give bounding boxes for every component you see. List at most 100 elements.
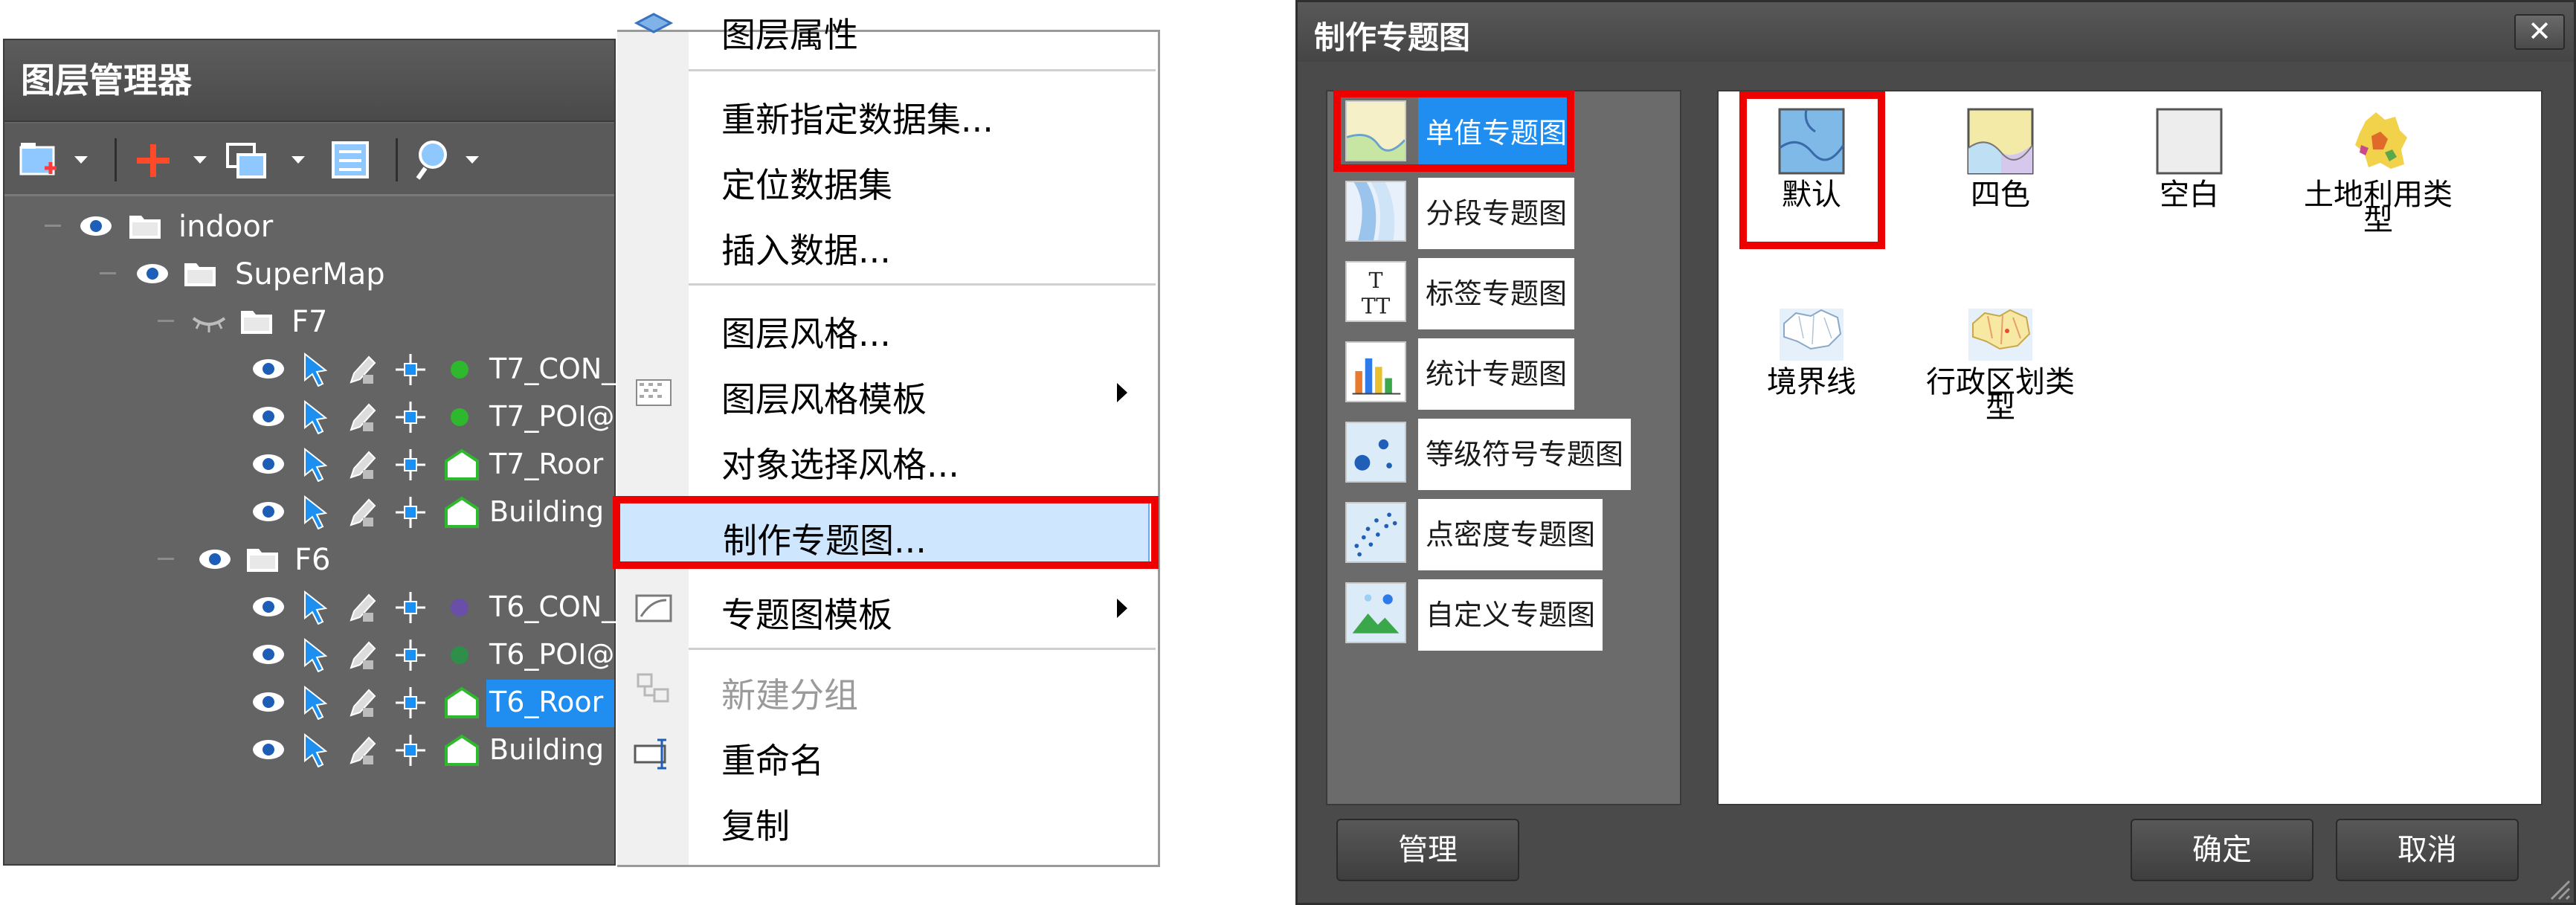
menu-item-layer-style[interactable]: 图层风格... xyxy=(617,297,1158,358)
eye-icon[interactable] xyxy=(251,402,286,431)
graduated-symbols-icon xyxy=(1345,422,1406,483)
tree-layer-t7-poi[interactable]: T7_POI@ xyxy=(4,394,614,442)
snap-icon[interactable] xyxy=(396,400,425,434)
style-item-four-color[interactable]: 四色 xyxy=(1915,99,2086,270)
chevron-down-icon[interactable] xyxy=(466,156,479,164)
color-scheme-grid: 默认 四色 空白 土地利用类型 境界线 行政区划类型 xyxy=(1717,90,2543,805)
eye-icon[interactable] xyxy=(198,544,232,574)
cancel-button[interactable]: 取消 xyxy=(2336,819,2519,881)
menu-item-layer-style-template[interactable]: 图层风格模板 xyxy=(617,362,1158,423)
pencil-icon[interactable] xyxy=(347,400,376,434)
style-item-default[interactable]: 默认 xyxy=(1726,99,1897,270)
eye-icon[interactable] xyxy=(251,687,286,717)
eye-icon[interactable] xyxy=(251,592,286,622)
eye-icon[interactable] xyxy=(79,211,113,241)
cursor-icon[interactable] xyxy=(300,495,330,529)
type-item-statistics[interactable]: 统计专题图 xyxy=(1345,338,1575,410)
menu-item-make-thematic-map[interactable]: 制作专题图... xyxy=(617,502,1150,563)
collapse-icon[interactable] xyxy=(158,558,174,560)
snap-icon[interactable] xyxy=(396,590,425,625)
cursor-icon[interactable] xyxy=(300,590,330,625)
thematic-template-icon xyxy=(635,594,672,622)
resize-grip-icon[interactable] xyxy=(2544,874,2571,901)
add-layer-icon[interactable] xyxy=(131,135,176,184)
style-label: 土地利用类型 xyxy=(2304,178,2453,237)
type-item-custom[interactable]: 自定义专题图 xyxy=(1345,579,1620,651)
snap-icon[interactable] xyxy=(396,495,425,529)
eye-closed-icon[interactable] xyxy=(192,306,226,336)
cursor-icon[interactable] xyxy=(300,733,330,767)
style-item-land-use[interactable]: 土地利用类型 xyxy=(2293,99,2464,270)
pencil-icon[interactable] xyxy=(347,448,376,482)
tree-layer-building-7[interactable]: Building xyxy=(4,489,614,537)
pencil-icon[interactable] xyxy=(347,495,376,529)
style-item-admin-division[interactable]: 行政区划类型 xyxy=(1915,286,2086,457)
layer-properties-icon[interactable] xyxy=(329,135,373,184)
search-icon[interactable] xyxy=(415,135,460,184)
tree-layer-t6-con[interactable]: T6_CON_ xyxy=(4,584,616,632)
dot-icon xyxy=(451,599,468,616)
collapse-icon[interactable] xyxy=(158,320,174,322)
pencil-icon[interactable] xyxy=(347,590,376,625)
tree-layer-building-6[interactable]: Building xyxy=(4,727,614,775)
cursor-icon[interactable] xyxy=(300,686,330,720)
eye-icon[interactable] xyxy=(251,497,286,526)
menu-item-rename[interactable]: 重命名 xyxy=(617,724,1158,785)
style-item-boundary[interactable]: 境界线 xyxy=(1726,286,1897,457)
layer-properties-icon xyxy=(634,13,674,33)
pencil-icon[interactable] xyxy=(347,686,376,720)
dot-icon xyxy=(451,361,468,379)
type-item-ranges[interactable]: 分段专题图 xyxy=(1345,178,1575,249)
cursor-icon[interactable] xyxy=(300,448,330,482)
menu-item-layer-properties[interactable]: 图层属性 xyxy=(617,0,1158,59)
type-item-unique-values[interactable]: 单值专题图 xyxy=(1345,97,1576,169)
chevron-down-icon[interactable] xyxy=(292,156,305,164)
eye-icon[interactable] xyxy=(251,449,286,479)
snap-icon[interactable] xyxy=(396,733,425,767)
tree-node-f7[interactable]: F7 xyxy=(4,299,614,347)
pencil-icon[interactable] xyxy=(347,352,376,387)
pencil-icon[interactable] xyxy=(347,638,376,672)
collapse-icon[interactable] xyxy=(45,225,61,227)
eye-icon[interactable] xyxy=(251,354,286,384)
chevron-down-icon[interactable] xyxy=(74,156,88,164)
menu-item-object-select-style[interactable]: 对象选择风格... xyxy=(617,428,1158,489)
four-color-scheme-icon xyxy=(1967,108,2034,175)
snap-icon[interactable] xyxy=(396,352,425,387)
eye-icon[interactable] xyxy=(135,259,170,289)
menu-item-copy[interactable]: 复制 xyxy=(617,789,1158,850)
type-item-dot-density[interactable]: 点密度专题图 xyxy=(1345,499,1620,570)
manage-button[interactable]: 管理 xyxy=(1336,819,1519,881)
tree-layer-t7-room[interactable]: T7_Roor xyxy=(4,442,614,489)
menu-item-insert-data[interactable]: 插入数据... xyxy=(617,213,1158,274)
ok-button[interactable]: 确定 xyxy=(2131,819,2313,881)
menu-item-thematic-template[interactable]: 专题图模板 xyxy=(617,578,1158,639)
toolbar-separator xyxy=(396,138,398,181)
cursor-icon[interactable] xyxy=(300,400,330,434)
cursor-icon[interactable] xyxy=(300,638,330,672)
tree-layer-t7-con[interactable]: T7_CON_ xyxy=(4,347,616,394)
menu-item-respecify-dataset[interactable]: 重新指定数据集... xyxy=(617,83,1158,144)
tree-node-indoor[interactable]: indoor xyxy=(4,204,614,251)
new-layer-group-icon[interactable] xyxy=(18,135,59,184)
pencil-icon[interactable] xyxy=(347,733,376,767)
tree-node-supermap[interactable]: SuperMap xyxy=(4,251,614,299)
tree-node-f6[interactable]: F6 xyxy=(4,537,614,584)
style-item-blank[interactable]: 空白 xyxy=(2104,99,2275,270)
snap-icon[interactable] xyxy=(396,638,425,672)
menu-item-locate-dataset[interactable]: 定位数据集 xyxy=(617,148,1158,209)
cursor-icon[interactable] xyxy=(300,352,330,387)
chevron-down-icon[interactable] xyxy=(193,156,207,164)
tree-layer-t6-poi[interactable]: T6_POI@ xyxy=(4,632,614,680)
close-button[interactable]: ✕ xyxy=(2514,14,2565,50)
snap-icon[interactable] xyxy=(396,686,425,720)
eye-icon[interactable] xyxy=(251,640,286,669)
snap-icon[interactable] xyxy=(396,448,425,482)
type-item-graduated-symbols[interactable]: 等级符号专题图 xyxy=(1345,419,1643,490)
eye-icon[interactable] xyxy=(251,735,286,764)
toolbar-separator xyxy=(115,138,117,181)
layer-copy-icon[interactable] xyxy=(225,135,271,184)
collapse-icon[interactable] xyxy=(100,272,116,274)
type-item-labels[interactable]: T TT 标签专题图 xyxy=(1345,258,1575,329)
tree-layer-t6-room[interactable]: T6_Roor xyxy=(4,680,614,727)
